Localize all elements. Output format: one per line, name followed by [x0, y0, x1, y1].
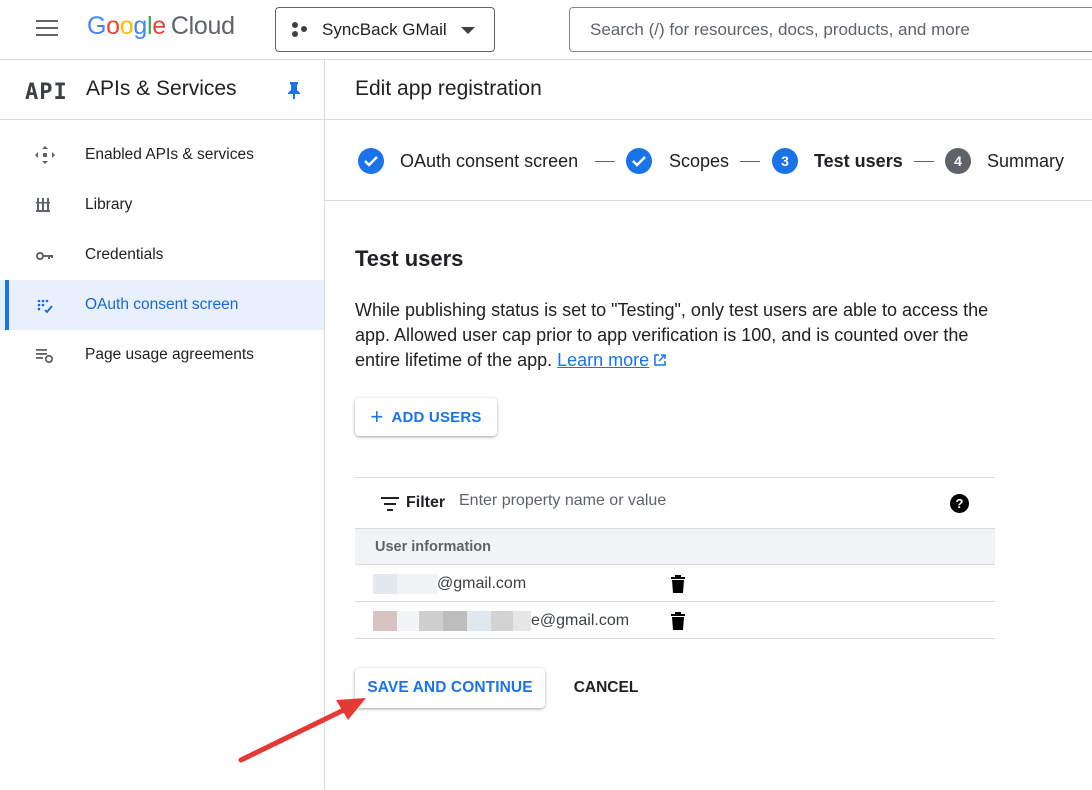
- sidebar-item-enabled-apis[interactable]: Enabled APIs & services: [0, 130, 324, 180]
- google-cloud-logo[interactable]: Google Cloud: [87, 12, 235, 41]
- sidebar: API APIs & Services Enabled APIs & servi…: [0, 60, 325, 790]
- user-email: @gmail.com: [373, 574, 526, 594]
- step-number: 3: [772, 148, 798, 174]
- sidebar-item-oauth-consent[interactable]: OAuth consent screen: [0, 280, 324, 330]
- sidebar-item-credentials[interactable]: Credentials: [0, 230, 324, 280]
- section-title: Test users: [355, 246, 464, 271]
- sidebar-header: API APIs & Services: [0, 60, 324, 120]
- sidebar-item-label: Enabled APIs & services: [85, 146, 254, 163]
- logo-letter: o: [119, 12, 134, 40]
- save-label: SAVE AND CONTINUE: [367, 679, 533, 696]
- sidebar-item-page-usage[interactable]: Page usage agreements: [0, 330, 324, 380]
- test-users-section: Test users While publishing status is se…: [355, 246, 1035, 639]
- sidebar-item-label: Page usage agreements: [85, 346, 254, 363]
- help-icon[interactable]: ?: [950, 494, 969, 513]
- library-icon: [34, 195, 56, 215]
- cancel-button[interactable]: CANCEL: [561, 668, 651, 708]
- email-suffix: e@gmail.com: [531, 612, 630, 629]
- redacted-text: [513, 611, 531, 631]
- description-text: While publishing status is set to "Testi…: [355, 300, 989, 370]
- section-description: While publishing status is set to "Testi…: [355, 298, 1005, 373]
- save-and-continue-button[interactable]: SAVE AND CONTINUE: [355, 668, 545, 708]
- page-settings-icon: [34, 345, 56, 365]
- pin-icon[interactable]: [286, 81, 302, 104]
- step-divider: [595, 161, 615, 162]
- sidebar-title: APIs & Services: [86, 77, 237, 100]
- filter-icon[interactable]: [381, 497, 399, 515]
- step-scopes[interactable]: Scopes: [626, 148, 729, 174]
- logo-product: Cloud: [170, 12, 235, 40]
- sidebar-item-library[interactable]: Library: [0, 180, 324, 230]
- redacted-text: [443, 611, 467, 631]
- check-icon: [358, 148, 384, 174]
- sidebar-nav: Enabled APIs & services Library Credenti…: [0, 120, 324, 380]
- search-input[interactable]: [590, 19, 1090, 40]
- search-box[interactable]: [569, 7, 1092, 52]
- table-row: @gmail.com: [355, 565, 995, 602]
- table-row: e@gmail.com: [355, 602, 995, 639]
- step-divider: [740, 161, 760, 162]
- redacted-text: [397, 574, 437, 594]
- learn-more-text: Learn more: [557, 350, 650, 370]
- step-label: Summary: [987, 150, 1065, 171]
- enabled-apis-icon: [34, 145, 56, 165]
- main-header: Edit app registration: [325, 60, 1092, 120]
- redacted-text: [397, 611, 419, 631]
- filter-bar: Filter ?: [355, 477, 995, 529]
- email-suffix: @gmail.com: [437, 575, 527, 592]
- filter-input[interactable]: [459, 492, 859, 510]
- step-label: Test users: [814, 150, 903, 171]
- step-divider: [914, 161, 934, 162]
- sidebar-item-label: OAuth consent screen: [85, 296, 239, 313]
- logo-letter: g: [133, 12, 147, 40]
- logo-letter: G: [87, 12, 107, 40]
- sidebar-item-label: Library: [85, 196, 133, 213]
- redacted-text: [419, 611, 443, 631]
- trash-icon[interactable]: [670, 574, 686, 598]
- step-test-users[interactable]: 3 Test users: [772, 148, 903, 174]
- logo-letter: e: [152, 12, 166, 40]
- table-header: User information: [355, 529, 995, 565]
- step-summary[interactable]: 4 Summary: [945, 148, 1064, 174]
- user-email: e@gmail.com: [373, 611, 629, 631]
- external-link-icon: [649, 350, 667, 370]
- main-content: Edit app registration OAuth consent scre…: [325, 60, 1092, 790]
- redacted-text: [467, 611, 491, 631]
- top-bar: Google Cloud SyncBack GMail: [0, 0, 1092, 60]
- plus-icon: +: [370, 404, 384, 429]
- cancel-label: CANCEL: [573, 679, 639, 696]
- chevron-down-icon: [461, 27, 475, 34]
- trash-icon[interactable]: [670, 611, 686, 635]
- add-users-button[interactable]: + ADD USERS: [355, 398, 497, 436]
- step-number: 4: [945, 148, 971, 174]
- redacted-text: [491, 611, 513, 631]
- step-label: OAuth consent screen: [400, 150, 579, 171]
- logo-letter: o: [106, 12, 120, 40]
- check-icon: [626, 148, 652, 174]
- page-title: Edit app registration: [355, 77, 542, 100]
- oauth-consent-icon: [34, 295, 56, 315]
- users-table: Filter ? User information @gmail.com e@g…: [355, 477, 995, 639]
- step-oauth-consent[interactable]: OAuth consent screen: [358, 148, 578, 174]
- filter-label: Filter: [406, 494, 446, 511]
- api-logo: API: [25, 80, 68, 105]
- redacted-text: [373, 611, 397, 631]
- sidebar-item-label: Credentials: [85, 246, 164, 263]
- learn-more-link[interactable]: Learn more: [557, 350, 649, 370]
- add-users-label: ADD USERS: [391, 408, 482, 426]
- stepper: OAuth consent screen Scopes 3 Test users…: [325, 120, 1092, 201]
- project-selector-button[interactable]: SyncBack GMail: [275, 7, 495, 52]
- key-icon: [34, 245, 56, 265]
- redacted-text: [373, 574, 397, 594]
- main-menu-icon[interactable]: [36, 20, 60, 38]
- project-icon: [292, 21, 310, 39]
- column-header-user-information[interactable]: User information: [375, 539, 491, 555]
- project-name: SyncBack GMail: [322, 19, 447, 39]
- step-label: Scopes: [669, 150, 730, 171]
